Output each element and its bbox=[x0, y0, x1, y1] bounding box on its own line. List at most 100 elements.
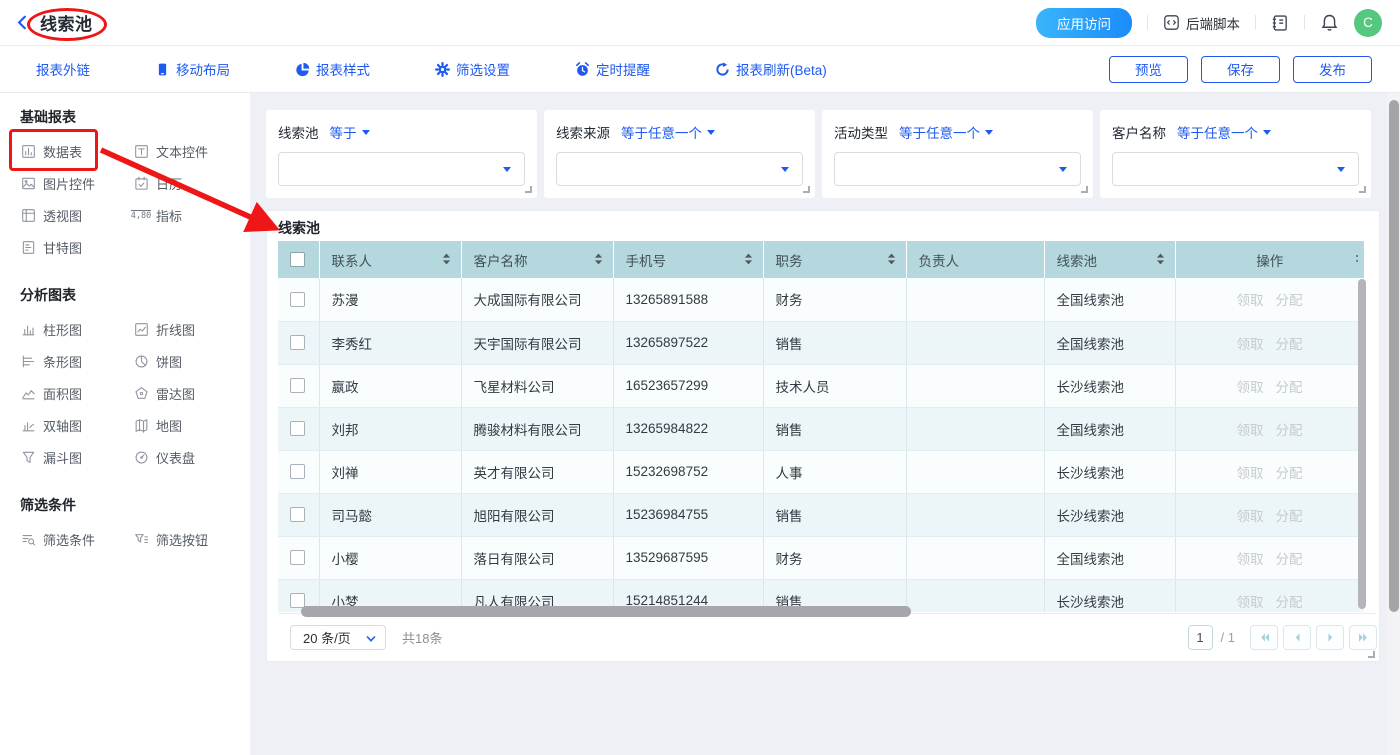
filter-resize-handle[interactable] bbox=[525, 186, 532, 193]
canvas-scrollbar-thumb[interactable] bbox=[1389, 100, 1399, 612]
assign-action[interactable]: 分配 bbox=[1276, 337, 1303, 352]
assign-action[interactable]: 分配 bbox=[1276, 380, 1303, 395]
filter-resize-handle[interactable] bbox=[803, 186, 810, 193]
prev-page-button[interactable] bbox=[1283, 625, 1311, 650]
assign-action[interactable]: 分配 bbox=[1276, 423, 1303, 438]
filter-value-select[interactable] bbox=[834, 152, 1081, 186]
sidebar-item-calendar[interactable]: 日历 bbox=[133, 167, 246, 199]
filter-condition-dropdown[interactable]: 等于任意一个 bbox=[1177, 122, 1271, 142]
column-header-1[interactable]: 联系人 bbox=[319, 241, 461, 278]
notification-bell-icon[interactable] bbox=[1320, 13, 1339, 32]
filter-resize-handle[interactable] bbox=[1081, 186, 1088, 193]
sidebar-item-pivot-table[interactable]: 透视图 bbox=[20, 199, 133, 231]
claim-action[interactable]: 领取 bbox=[1237, 595, 1264, 610]
last-page-button[interactable] bbox=[1349, 625, 1377, 650]
column-header-4[interactable]: 职务 bbox=[763, 241, 906, 278]
claim-action[interactable]: 领取 bbox=[1237, 509, 1264, 524]
filter-value-select[interactable] bbox=[1112, 152, 1359, 186]
row-checkbox[interactable] bbox=[290, 421, 305, 436]
assign-action[interactable]: 分配 bbox=[1276, 509, 1303, 524]
actionbar-item-1[interactable]: 报表外链 bbox=[36, 59, 90, 79]
sidebar-item-data-table[interactable]: 数据表 bbox=[20, 135, 133, 167]
actionbar-item-5[interactable]: 定时提醒 bbox=[574, 59, 650, 79]
sort-icon[interactable] bbox=[593, 253, 604, 268]
column-settings-icon[interactable] bbox=[1355, 252, 1359, 265]
filter-condition-dropdown[interactable]: 等于任意一个 bbox=[899, 122, 993, 142]
journal-icon[interactable] bbox=[1271, 14, 1289, 32]
save-button[interactable]: 保存 bbox=[1201, 56, 1280, 83]
sidebar-item-gantt[interactable]: 甘特图 bbox=[20, 231, 133, 263]
claim-action[interactable]: 领取 bbox=[1237, 380, 1264, 395]
sidebar-item-area-chart[interactable]: 面积图 bbox=[20, 377, 133, 409]
sidebar-item-metric[interactable]: 4,80指标 bbox=[133, 199, 246, 231]
claim-action[interactable]: 领取 bbox=[1237, 552, 1264, 567]
assign-action[interactable]: 分配 bbox=[1276, 293, 1303, 308]
user-avatar[interactable]: C bbox=[1354, 9, 1382, 37]
sidebar-item-label: 面积图 bbox=[43, 384, 82, 403]
filter-widget-4[interactable]: 客户名称 等于任意一个 bbox=[1100, 110, 1371, 198]
divider bbox=[1147, 15, 1148, 30]
row-checkbox[interactable] bbox=[290, 550, 305, 565]
backend-script-button[interactable]: 后端脚本 bbox=[1163, 13, 1240, 33]
sidebar-item-radar-chart[interactable]: 雷达图 bbox=[133, 377, 246, 409]
sidebar-item-filter-button[interactable]: 筛选按钮 bbox=[133, 523, 246, 555]
filter-resize-handle[interactable] bbox=[1359, 186, 1366, 193]
table-horizontal-scrollbar[interactable] bbox=[301, 606, 911, 617]
filter-widget-1[interactable]: 线索池 等于 bbox=[266, 110, 537, 198]
widget-resize-handle[interactable] bbox=[1368, 651, 1375, 658]
table-vertical-scrollbar[interactable] bbox=[1358, 279, 1366, 609]
assign-action[interactable]: 分配 bbox=[1276, 466, 1303, 481]
filter-widget-3[interactable]: 活动类型 等于任意一个 bbox=[822, 110, 1093, 198]
row-checkbox[interactable] bbox=[290, 507, 305, 522]
sidebar-item-column-chart[interactable]: 柱形图 bbox=[20, 313, 133, 345]
sidebar-section: 基础报表数据表文本控件图片控件日历透视图4,80指标甘特图 bbox=[20, 107, 250, 263]
column-header-3[interactable]: 手机号 bbox=[613, 241, 763, 278]
assign-action[interactable]: 分配 bbox=[1276, 595, 1303, 610]
column-header-6[interactable]: 线索池 bbox=[1044, 241, 1175, 278]
sort-icon[interactable] bbox=[886, 253, 897, 268]
cell-company: 飞星材料公司 bbox=[461, 364, 613, 407]
filter-condition-dropdown[interactable]: 等于任意一个 bbox=[621, 122, 715, 142]
sidebar-item-gauge[interactable]: 仪表盘 bbox=[133, 441, 246, 473]
claim-action[interactable]: 领取 bbox=[1237, 293, 1264, 308]
actionbar-item-4[interactable]: 筛选设置 bbox=[434, 59, 510, 79]
actionbar-item-2[interactable]: 移动布局 bbox=[154, 59, 230, 79]
claim-action[interactable]: 领取 bbox=[1237, 466, 1264, 481]
actionbar-item-3[interactable]: 报表样式 bbox=[294, 59, 370, 79]
claim-action[interactable]: 领取 bbox=[1237, 423, 1264, 438]
sidebar-item-pie-chart[interactable]: 饼图 bbox=[133, 345, 246, 377]
sidebar-item-image-widget[interactable]: 图片控件 bbox=[20, 167, 133, 199]
row-checkbox[interactable] bbox=[290, 292, 305, 307]
actionbar-item-6[interactable]: 报表刷新(Beta) bbox=[714, 59, 827, 79]
row-checkbox[interactable] bbox=[290, 335, 305, 350]
app-access-button[interactable]: 应用访问 bbox=[1036, 8, 1132, 38]
filter-widget-2[interactable]: 线索来源 等于任意一个 bbox=[544, 110, 815, 198]
claim-action[interactable]: 领取 bbox=[1237, 337, 1264, 352]
sidebar-item-dual-axis[interactable]: 双轴图 bbox=[20, 409, 133, 441]
next-page-button[interactable] bbox=[1316, 625, 1344, 650]
filter-value-select[interactable] bbox=[278, 152, 525, 186]
sidebar-item-text-widget[interactable]: 文本控件 bbox=[133, 135, 246, 167]
filter-value-select[interactable] bbox=[556, 152, 803, 186]
first-page-button[interactable] bbox=[1250, 625, 1278, 650]
publish-button[interactable]: 发布 bbox=[1293, 56, 1372, 83]
sidebar-item-bar-chart[interactable]: 条形图 bbox=[20, 345, 133, 377]
page-size-select[interactable]: 20 条/页 bbox=[290, 625, 386, 650]
data-table-widget[interactable]: 线索池 联系人客户名称手机号职务负责人线索池操作 苏漫大成国际有限公司13265… bbox=[266, 210, 1380, 662]
sidebar-item-filter-condition[interactable]: 筛选条件 bbox=[20, 523, 133, 555]
column-header-2[interactable]: 客户名称 bbox=[461, 241, 613, 278]
assign-action[interactable]: 分配 bbox=[1276, 552, 1303, 567]
preview-button[interactable]: 预览 bbox=[1109, 56, 1188, 83]
sidebar-item-map[interactable]: 地图 bbox=[133, 409, 246, 441]
select-all-checkbox[interactable] bbox=[290, 252, 305, 267]
row-checkbox[interactable] bbox=[290, 378, 305, 393]
sort-icon[interactable] bbox=[743, 253, 754, 268]
row-checkbox[interactable] bbox=[290, 464, 305, 479]
filter-condition-dropdown[interactable]: 等于 bbox=[330, 122, 370, 142]
sidebar-item-funnel-chart[interactable]: 漏斗图 bbox=[20, 441, 133, 473]
current-page-input[interactable]: 1 bbox=[1188, 625, 1213, 650]
sidebar-item-line-chart[interactable]: 折线图 bbox=[133, 313, 246, 345]
back-button[interactable] bbox=[14, 14, 31, 31]
sort-icon[interactable] bbox=[441, 253, 452, 268]
sort-icon[interactable] bbox=[1155, 253, 1166, 268]
